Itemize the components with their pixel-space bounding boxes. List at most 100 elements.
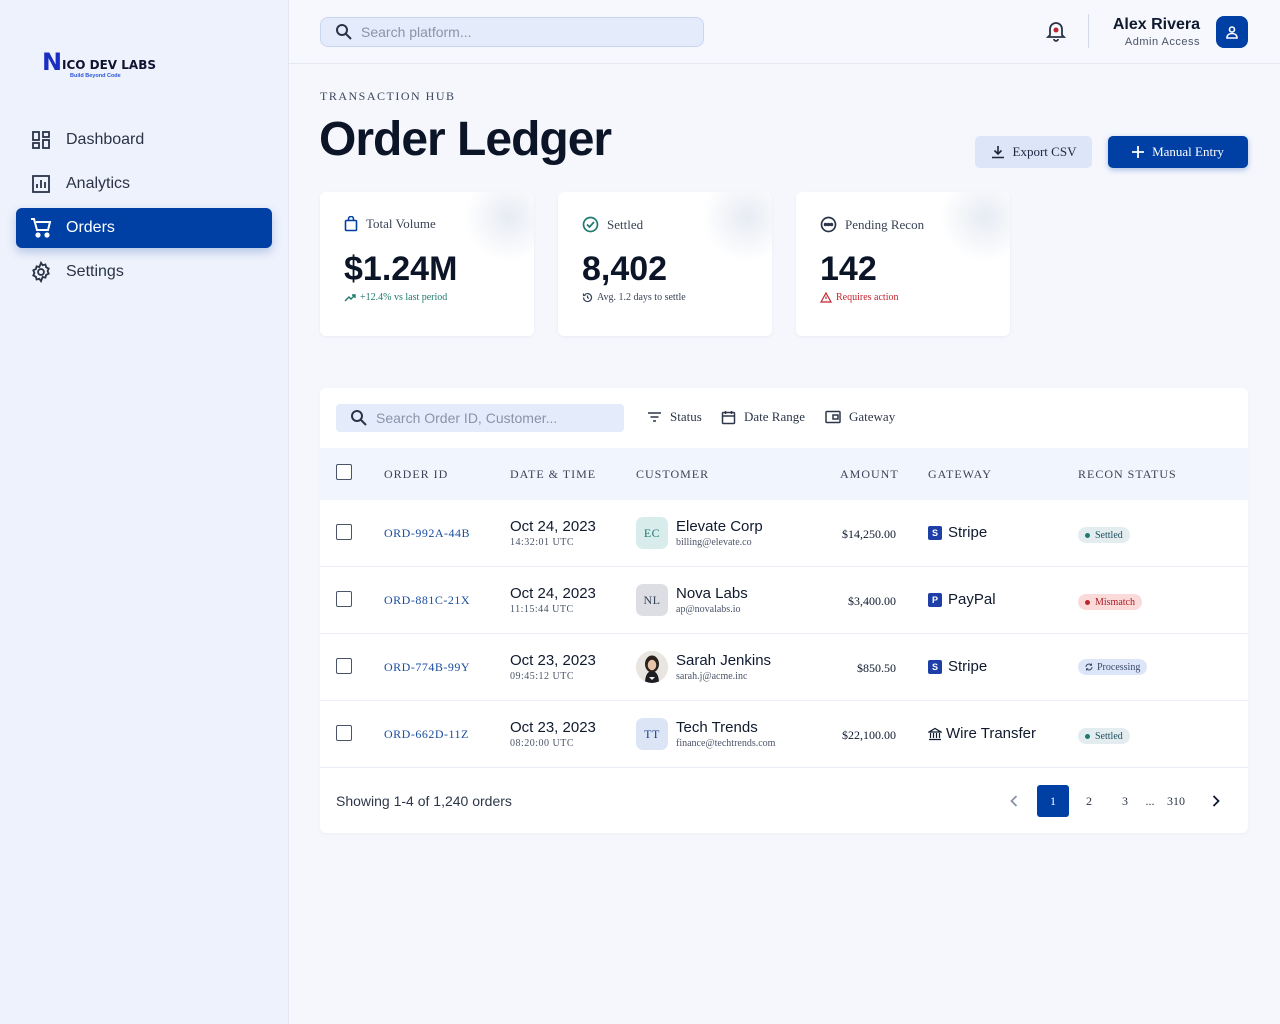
brand-logo[interactable]: N ICO DEV LABS Build Beyond Code <box>42 46 160 86</box>
stat-sub: +12.4% vs last period <box>344 292 447 303</box>
column-date-time[interactable]: DATE & TIME <box>510 467 596 482</box>
order-id-link[interactable]: ORD-774B-99Y <box>384 660 470 675</box>
customer-info: Nova Labs ap@novalabs.io <box>676 585 748 615</box>
page-1-button[interactable]: 1 <box>1037 785 1069 817</box>
prev-page-button[interactable] <box>1004 785 1024 817</box>
sidebar-nav: Dashboard Analytics Orders Settings <box>16 120 272 296</box>
page-3-button[interactable]: 3 <box>1109 785 1141 817</box>
chevron-left-icon <box>1010 795 1018 807</box>
stat-value: 142 <box>820 250 877 288</box>
manual-label: Manual Entry <box>1152 144 1224 159</box>
orders-table-panel: Status Date Range Gateway ORDER ID DATE … <box>320 388 1248 833</box>
sidebar-item-label: Dashboard <box>66 131 145 148</box>
column-order-id[interactable]: ORDER ID <box>384 467 448 482</box>
filter-icon <box>647 411 662 423</box>
order-id-link[interactable]: ORD-662D-11Z <box>384 727 469 742</box>
table-header: ORDER ID DATE & TIME CUSTOMER AMOUNT GAT… <box>320 448 1248 500</box>
order-amount: $14,250.00 <box>842 527 896 541</box>
page-eyebrow: TRANSACTION HUB <box>320 89 456 103</box>
plus-icon <box>1132 146 1145 158</box>
sidebar: N ICO DEV LABS Build Beyond Code Dashboa… <box>0 0 289 1024</box>
page-2-button[interactable]: 2 <box>1073 785 1105 817</box>
column-amount[interactable]: AMOUNT <box>840 467 899 482</box>
filter-gateway[interactable]: Gateway <box>825 409 895 425</box>
customer-avatar: TT <box>636 718 668 750</box>
order-id-link[interactable]: ORD-992A-44B <box>384 526 470 541</box>
status-dot <box>1085 599 1090 605</box>
logo-tagline: Build Beyond Code <box>70 73 121 79</box>
wallet-icon <box>825 410 841 424</box>
bell-icon[interactable] <box>1045 20 1067 42</box>
user-info[interactable]: Alex Rivera Admin Access <box>1113 16 1200 48</box>
customer-info: Tech Trends finance@techtrends.com <box>676 719 776 749</box>
stat-value: $1.24M <box>344 250 458 288</box>
filter-status[interactable]: Status <box>647 409 702 425</box>
stripe-icon: S <box>928 659 942 674</box>
topbar: Alex Rivera Admin Access <box>289 0 1280 64</box>
order-search[interactable] <box>336 404 624 432</box>
sidebar-item-dashboard[interactable]: Dashboard <box>16 120 272 160</box>
status-dot <box>1085 532 1090 538</box>
column-recon-status[interactable]: RECON STATUS <box>1078 467 1177 482</box>
table-row[interactable]: ORD-662D-11Z Oct 23, 2023 08:20:00 UTC T… <box>320 701 1248 768</box>
stat-label: Settled <box>582 216 643 233</box>
sidebar-item-label: Analytics <box>66 175 131 192</box>
stat-card-total-volume: Total Volume $1.24M +12.4% vs last perio… <box>320 192 534 336</box>
user-name: Alex Rivera <box>1112 16 1200 33</box>
stripe-icon: S <box>928 525 942 540</box>
table-row[interactable]: ORD-992A-44B Oct 24, 2023 14:32:01 UTC E… <box>320 500 1248 567</box>
sidebar-item-settings[interactable]: Settings <box>16 252 272 292</box>
table-row[interactable]: ORD-774B-99Y Oct 23, 2023 09:45:12 UTC S… <box>320 634 1248 701</box>
order-amount: $3,400.00 <box>848 594 896 608</box>
stat-card-pending-recon: Pending Recon 142 Requires action <box>796 192 1010 336</box>
status-badge: Mismatch <box>1078 594 1142 610</box>
filter-date-range[interactable]: Date Range <box>721 409 805 425</box>
order-datetime: Oct 24, 2023 14:32:01 UTC <box>510 518 596 548</box>
row-checkbox[interactable] <box>336 725 352 741</box>
customer-avatar: EC <box>636 517 668 549</box>
trending-up-icon <box>344 293 356 303</box>
sidebar-item-analytics[interactable]: Analytics <box>16 164 272 204</box>
status-badge: Processing <box>1078 659 1148 675</box>
search-input[interactable] <box>361 24 703 40</box>
customer-photo <box>636 651 668 683</box>
paypal-icon: P <box>928 592 942 607</box>
calendar-icon <box>721 410 736 425</box>
sync-icon <box>1085 663 1093 671</box>
pagination-ellipsis: ... <box>1145 793 1155 808</box>
table-row[interactable]: ORD-881C-21X Oct 24, 2023 11:15:44 UTC N… <box>320 567 1248 634</box>
status-badge: Settled <box>1078 728 1130 744</box>
order-search-input[interactable] <box>376 410 624 426</box>
order-id-link[interactable]: ORD-881C-21X <box>384 593 470 608</box>
sidebar-item-orders[interactable]: Orders <box>16 208 272 248</box>
dashboard-icon <box>30 129 52 151</box>
next-page-button[interactable] <box>1206 785 1226 817</box>
column-customer[interactable]: CUSTOMER <box>636 467 709 482</box>
stat-value: 8,402 <box>582 250 668 288</box>
check-circle-icon <box>582 216 599 233</box>
search-icon <box>350 409 368 427</box>
order-datetime: Oct 23, 2023 09:45:12 UTC <box>510 652 596 682</box>
order-datetime: Oct 24, 2023 11:15:44 UTC <box>510 585 596 615</box>
logo-text: ICO DEV LABS <box>62 58 156 72</box>
export-label: Export CSV <box>1012 144 1077 159</box>
analytics-icon <box>30 173 52 195</box>
row-checkbox[interactable] <box>336 591 352 607</box>
export-csv-button[interactable]: Export CSV <box>975 136 1092 168</box>
page-last-button[interactable]: 310 <box>1160 785 1192 817</box>
select-all-checkbox[interactable] <box>336 464 352 480</box>
order-gateway: P PayPal <box>928 591 996 608</box>
avatar[interactable] <box>1216 16 1248 48</box>
logo-mark: N <box>42 48 62 76</box>
order-amount: $22,100.00 <box>842 728 896 742</box>
user-role: Admin Access <box>1124 36 1200 48</box>
row-checkbox[interactable] <box>336 524 352 540</box>
platform-search[interactable] <box>320 17 704 47</box>
column-gateway[interactable]: GATEWAY <box>928 467 992 482</box>
row-checkbox[interactable] <box>336 658 352 674</box>
divider <box>1088 14 1089 48</box>
order-gateway: Wire Transfer <box>928 725 1036 742</box>
manual-entry-button[interactable]: Manual Entry <box>1108 136 1248 168</box>
stat-label: Pending Recon <box>820 216 924 233</box>
cart-icon <box>30 217 52 239</box>
